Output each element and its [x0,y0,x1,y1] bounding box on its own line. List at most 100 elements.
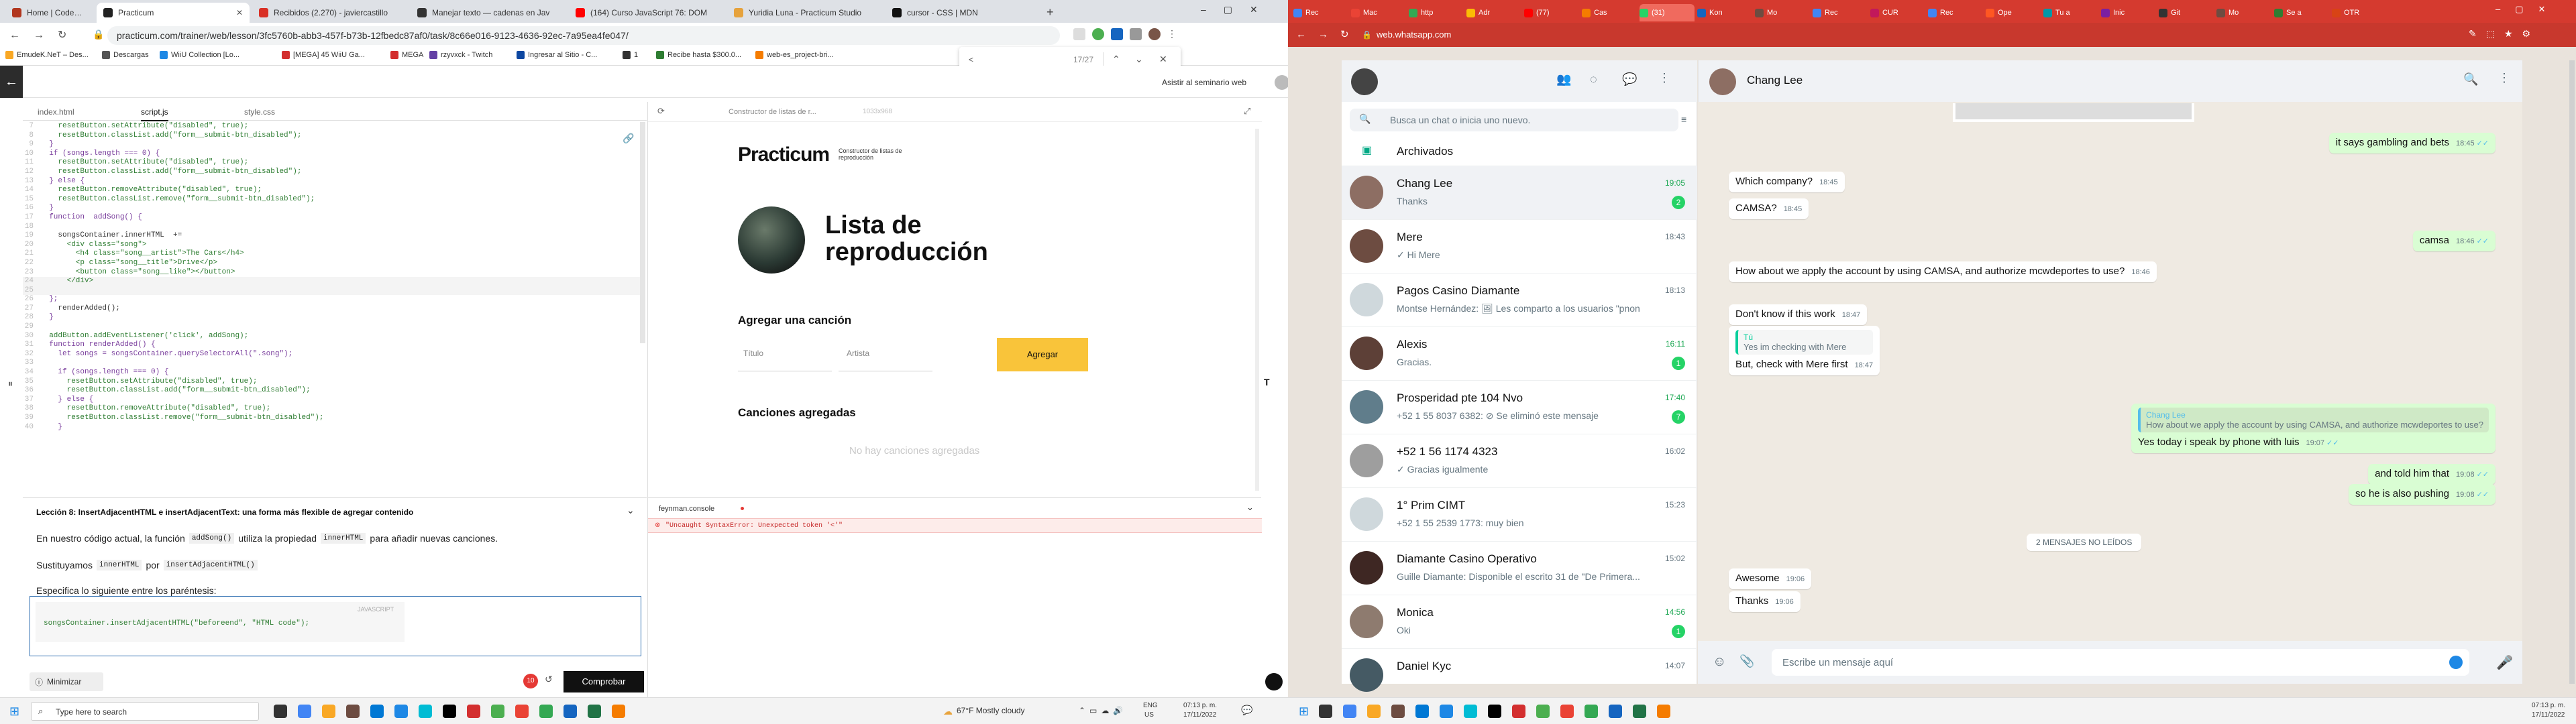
code-line[interactable]: 11 resetButton.setAttribute("disabled", … [23,158,640,168]
taskbar-app-icon[interactable] [1415,705,1429,718]
code-line[interactable]: 23 <button class="song__like"></button> [23,268,640,278]
message-bubble[interactable]: Awesome 19:06 [1729,568,1812,589]
taskbar-app-icon[interactable] [370,705,384,718]
taskbar-app-icon[interactable] [1536,705,1550,718]
find-next-icon[interactable]: ⌄ [1135,54,1143,65]
code-line[interactable]: 13 } else { [23,177,640,186]
taskbar-app-icon[interactable] [539,705,553,718]
archived-row[interactable]: ▣ Archivados [1342,135,1697,166]
taskbar-app-icon[interactable] [1512,705,1525,718]
reset-icon[interactable]: ↺ [545,674,553,685]
code-line[interactable]: 9 } [23,140,640,149]
bookmark-item[interactable]: web-es_project-bri... [755,51,834,59]
left-url-field[interactable]: practicum.com/trainer/web/lesson/3fc5760… [107,26,1060,45]
browser-tab[interactable]: Rec [1813,4,1868,21]
code-line[interactable]: 20 <div class="song"> [23,241,640,250]
chat-list-item[interactable]: Diamante Casino Operativo Guille Diamante… [1342,542,1697,595]
extension-icon[interactable] [1073,28,1085,40]
page-scrollbar[interactable] [2569,60,2575,684]
tray-icons[interactable]: ⌃▭☁🔊 [1079,706,1127,715]
message-bubble[interactable]: Which company? 18:45 [1729,172,1845,192]
taskbar-app-icon[interactable] [612,705,625,718]
message-bubble[interactable]: so he is also pushing 19:08 ✓✓ [2348,484,2496,505]
message-bubble[interactable]: it says gambling and bets 18:45 ✓✓ [2328,133,2496,154]
tab-script-js[interactable]: script.js [141,107,168,121]
status-icon[interactable]: ◌ [1590,72,1597,86]
code-line[interactable]: 28 } [23,313,640,322]
code-line[interactable]: 26 }; [23,295,640,304]
taskbar-app-icon[interactable] [346,705,360,718]
message-bubble[interactable]: and told him that 19:08 ✓✓ [2368,464,2496,485]
taskbar-app-icon[interactable] [1464,705,1477,718]
taskbar-app-icon[interactable] [274,705,287,718]
message-bubble[interactable]: Don't know if this work 18:47 [1729,304,1868,325]
extension-icon[interactable] [1092,28,1104,40]
assist-webinar-link[interactable]: Asistir al seminario web [1162,78,1246,87]
bookmark-item[interactable]: WiiU Collection [Lo... [160,51,239,59]
taskbar-app-icon[interactable] [298,705,311,718]
text-tool-icon[interactable]: T [1264,377,1270,387]
check-button[interactable]: Comprobar [564,671,644,692]
code-line[interactable]: 35 resetButton.setAttribute("disabled", … [23,377,640,387]
browser-tab[interactable]: Git [2159,4,2214,21]
user-avatar[interactable] [1275,75,1288,90]
start-icon[interactable]: ⊞ [1299,705,1309,719]
browser-tab[interactable]: http [1409,4,1464,21]
extension-icon[interactable] [1111,28,1123,40]
message-input[interactable]: Escribe un mensaje aquí [1772,649,2469,676]
grammar-extension-icon[interactable] [2449,656,2463,669]
preview-scrollbar[interactable] [1255,129,1259,491]
chat-list-item[interactable]: Chang Lee Thanks 19:05 2 [1342,166,1697,220]
bookmark-item[interactable]: MEGA [390,51,423,59]
quoted-message[interactable]: Tú Yes im checking with Mere [1735,330,1874,355]
clock-time[interactable]: 07:13 p. m. [1183,702,1217,709]
lock-icon[interactable]: 🔒 [1362,30,1372,40]
code-line[interactable]: 24 </div> [23,277,640,286]
code-line[interactable]: 36 resetButton.classList.add("form__subm… [23,386,640,396]
taskbar-app-icon[interactable] [1609,705,1622,718]
filter-icon[interactable]: ≡ [1681,114,1686,125]
browser-tab[interactable]: Adr [1466,4,1521,21]
minimize-button[interactable]: ⓘ Minimizar [30,672,103,691]
menu-dots-icon[interactable]: ⋮ [1658,71,1670,85]
back-arrow-icon[interactable]: ← [0,66,23,98]
tab-mdn-strings[interactable]: Manejar texto — cadenas en Jav [411,3,566,23]
code-line[interactable]: 38 resetButton.removeAttribute("disabled… [23,404,640,414]
nav-buttons-icon[interactable]: ←→↻ [1296,28,1361,40]
taskbar-app-icon[interactable] [1488,705,1501,718]
tab-index-html[interactable]: index.html [38,107,74,117]
browser-tab[interactable]: Kon [1697,4,1752,21]
chat-list-item[interactable]: Mere ✓ Hi Mere 18:43 [1342,220,1697,274]
browser-tab[interactable]: CUR [1870,4,1925,21]
code-line[interactable]: 8 resetButton.classList.add("form__submi… [23,131,640,141]
browser-tab[interactable]: OTR [2332,4,2387,21]
start-icon[interactable]: ⊞ [9,705,19,719]
message-bubble[interactable]: How about we apply the account by using … [1729,261,2157,282]
notifications-icon[interactable]: 💬 [1241,705,1252,716]
window-controls[interactable]: –▢✕ [1201,4,1275,15]
right-url-field[interactable]: web.whatsapp.com [1377,29,1451,40]
code-line[interactable]: 15 resetButton.classList.remove("form__s… [23,195,640,204]
bookmark-item[interactable]: [MEGA] 45 WiiU Ga... [282,51,365,59]
bookmark-item[interactable]: 1 [623,51,638,59]
weather-text[interactable]: 67°F Mostly cloudy [957,706,1025,715]
emoji-icon[interactable]: ☺ [1713,654,1726,670]
taskbar-app-icon[interactable] [443,705,456,718]
taskbar-search[interactable]: ⌕ Type here to search [31,702,259,721]
taskbar-app-icon[interactable] [467,705,480,718]
menu-dots-icon[interactable]: ⋮ [1167,28,1177,40]
nav-buttons-icon[interactable]: ←→↻ [9,28,80,42]
taskbar-app-icon[interactable] [1319,705,1332,718]
new-tab-icon[interactable]: + [1046,5,1054,19]
clock-time[interactable]: 07:13 p. m. [2532,702,2565,709]
chevron-down-icon[interactable]: ⌄ [1246,502,1254,513]
bookmark-item[interactable]: EmudeK.NeT – Des... [5,51,89,59]
tab-gmail[interactable]: Recibidos (2.270) - javiercastillo [252,3,408,23]
close-tab-icon[interactable]: ✕ [236,8,243,17]
pane-resize-handle-icon[interactable]: ⏸ [8,378,13,389]
taskbar-app-icon[interactable] [1560,705,1574,718]
puzzle-icon[interactable] [1130,28,1142,40]
code-line[interactable]: 27 renderAdded(); [23,304,640,314]
taskbar-app-icon[interactable] [322,705,335,718]
code-line[interactable]: 22 <p class="song__title">Drive</p> [23,259,640,268]
